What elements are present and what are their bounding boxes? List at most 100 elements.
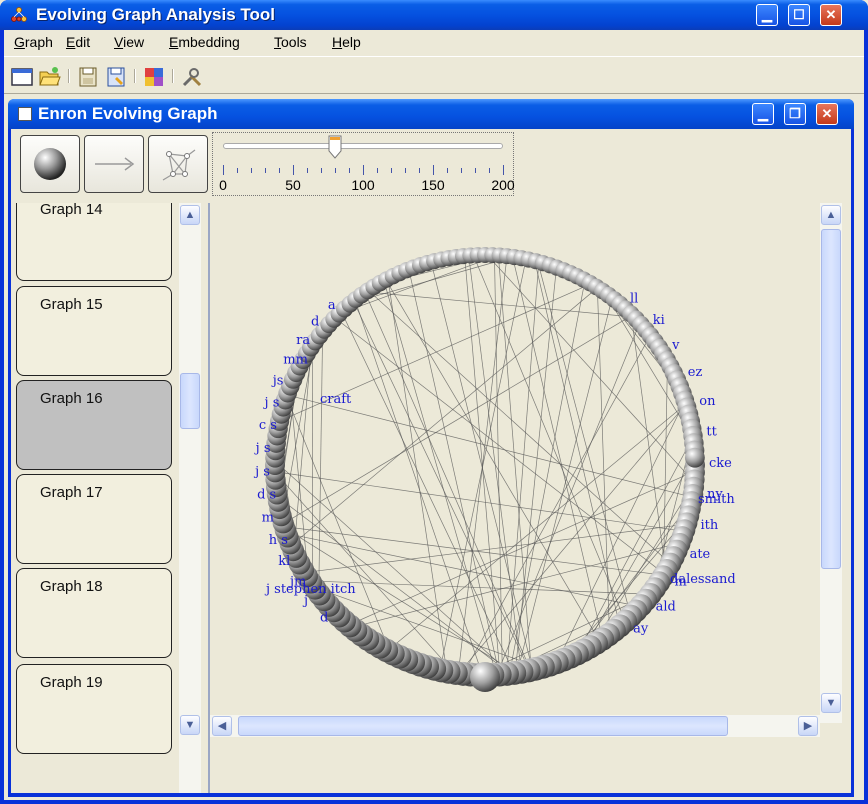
maximize-icon: ☐ (793, 7, 805, 22)
graph-network-icon (162, 149, 196, 181)
slider-tick (293, 165, 294, 175)
node-label: ate (690, 547, 711, 562)
toolbar-separator (134, 69, 136, 83)
slider-tick (321, 168, 322, 173)
graph-layout-button[interactable] (148, 135, 208, 193)
doc-close-button[interactable]: ✕ (816, 103, 838, 125)
graph-card[interactable]: Graph 14 (16, 203, 172, 281)
edge-mode-button[interactable] (84, 135, 144, 193)
scroll-down-button[interactable]: ▼ (180, 715, 200, 735)
save-as-icon[interactable] (104, 65, 128, 89)
graph-edge (539, 268, 630, 610)
doc-restore-button[interactable]: ❐ (784, 103, 806, 125)
menu-graph[interactable]: Graph (14, 34, 53, 50)
new-window-icon[interactable] (10, 65, 34, 89)
node-label: ez (688, 365, 703, 380)
scroll-thumb[interactable] (821, 229, 841, 569)
graph-card-label: Graph 15 (40, 296, 103, 313)
slider-tick (419, 168, 420, 173)
time-slider[interactable]: 0 50 100 150 200 (212, 132, 515, 196)
slider-label-50: 50 (285, 177, 301, 193)
graph-canvas[interactable]: djjmklh smd sj sj sc sj sjsmmrada llkivez… (210, 203, 820, 723)
graph-node-highlight[interactable] (470, 662, 500, 692)
menu-embedding[interactable]: Embedding (169, 34, 240, 50)
menu-help[interactable]: Help (332, 34, 361, 50)
node-label: ith (700, 518, 718, 533)
minimize-button[interactable]: ▁ (756, 4, 778, 26)
slider-track[interactable] (223, 143, 503, 149)
slider-tick (349, 168, 350, 173)
chevron-left-icon: ◀ (217, 720, 227, 732)
open-folder-icon[interactable] (38, 65, 62, 89)
slider-label-150: 150 (421, 177, 445, 193)
app-title: Evolving Graph Analysis Tool (36, 5, 275, 24)
graph-edge (318, 342, 323, 583)
node-label: on (699, 394, 716, 409)
menu-edit[interactable]: Edit (66, 34, 90, 50)
graph-edge (311, 524, 680, 573)
menu-bar: Graph Edit View Embedding Tools Help (4, 30, 864, 54)
node-label: v (671, 338, 680, 353)
slider-tick (447, 168, 448, 173)
color-palette-icon[interactable] (142, 65, 166, 89)
scroll-right-button[interactable]: ▶ (798, 716, 818, 736)
minimize-icon: ▁ (762, 7, 772, 22)
close-icon: ✕ (821, 106, 833, 121)
slider-tick (405, 168, 406, 173)
viz-horizontal-scrollbar[interactable]: ◀ ▶ (210, 715, 820, 737)
toolbar (4, 56, 864, 94)
graph-card[interactable]: Graph 16 (16, 380, 172, 470)
slider-tick (489, 168, 490, 173)
save-icon[interactable] (76, 65, 100, 89)
node-label: c s (259, 418, 277, 433)
node-label: dalessand (670, 572, 736, 587)
node-label: j s (263, 395, 280, 410)
scroll-thumb[interactable] (238, 716, 728, 736)
viz-vertical-scrollbar[interactable]: ▲ ▼ (820, 203, 842, 723)
minimize-icon: ▁ (758, 106, 768, 121)
graph-card[interactable]: Graph 19 (16, 664, 172, 754)
document-title: Enron Evolving Graph (38, 104, 218, 123)
graph-node[interactable] (684, 447, 705, 468)
node-label: h s (269, 533, 288, 548)
node-mode-button[interactable] (20, 135, 80, 193)
graph-card-label: Graph 16 (40, 390, 103, 407)
graph-list: Graph 14 Graph 15 Graph 16 Graph 17 Grap… (11, 203, 205, 793)
node-label: m (262, 510, 274, 525)
slider-label-100: 100 (351, 177, 375, 193)
graph-card-label: Graph 19 (40, 674, 103, 691)
node-label: smith (698, 492, 735, 507)
title-bar[interactable]: Evolving Graph Analysis Tool ▁ ☐ ✕ (0, 0, 868, 30)
graph-edge (506, 261, 540, 672)
scroll-up-button[interactable]: ▲ (180, 205, 200, 225)
tools-icon[interactable] (180, 65, 204, 89)
doc-minimize-button[interactable]: ▁ (752, 103, 774, 125)
graph-list-scrollbar[interactable]: ▲ ▼ (179, 203, 201, 793)
close-icon: ✕ (825, 7, 837, 22)
node-label: d s (257, 488, 276, 503)
scroll-left-button[interactable]: ◀ (212, 716, 232, 736)
menu-tools[interactable]: Tools (274, 34, 307, 50)
graph-edge (354, 299, 482, 672)
main-frame-body: Graph Edit View Embedding Tools Help Enr… (4, 30, 864, 800)
chevron-down-icon: ▼ (825, 697, 837, 709)
graph-edge (295, 291, 593, 542)
chevron-right-icon: ▶ (803, 720, 813, 732)
document-title-bar[interactable]: Enron Evolving Graph ▁ ❐ ✕ (8, 99, 854, 129)
node-label: kl (278, 554, 290, 569)
scroll-down-button[interactable]: ▼ (821, 693, 841, 713)
maximize-button[interactable]: ☐ (788, 4, 810, 26)
graph-visualization[interactable]: d j jm kl h smd sj sj sc sj s js mm ra d a ll ki v ez… (208, 203, 851, 793)
scroll-up-button[interactable]: ▲ (821, 205, 841, 225)
graph-card[interactable]: Graph 18 (16, 568, 172, 658)
graph-card[interactable]: Graph 17 (16, 474, 172, 564)
node-label: j s (253, 464, 270, 479)
slider-label-0: 0 (219, 177, 227, 193)
close-button[interactable]: ✕ (820, 4, 842, 26)
slider-thumb[interactable] (328, 135, 342, 159)
menu-view[interactable]: View (114, 34, 144, 50)
scroll-thumb[interactable] (180, 373, 200, 429)
graph-card[interactable]: Graph 15 (16, 286, 172, 376)
node-label: ki (653, 313, 665, 328)
node-label: craft (320, 392, 352, 407)
